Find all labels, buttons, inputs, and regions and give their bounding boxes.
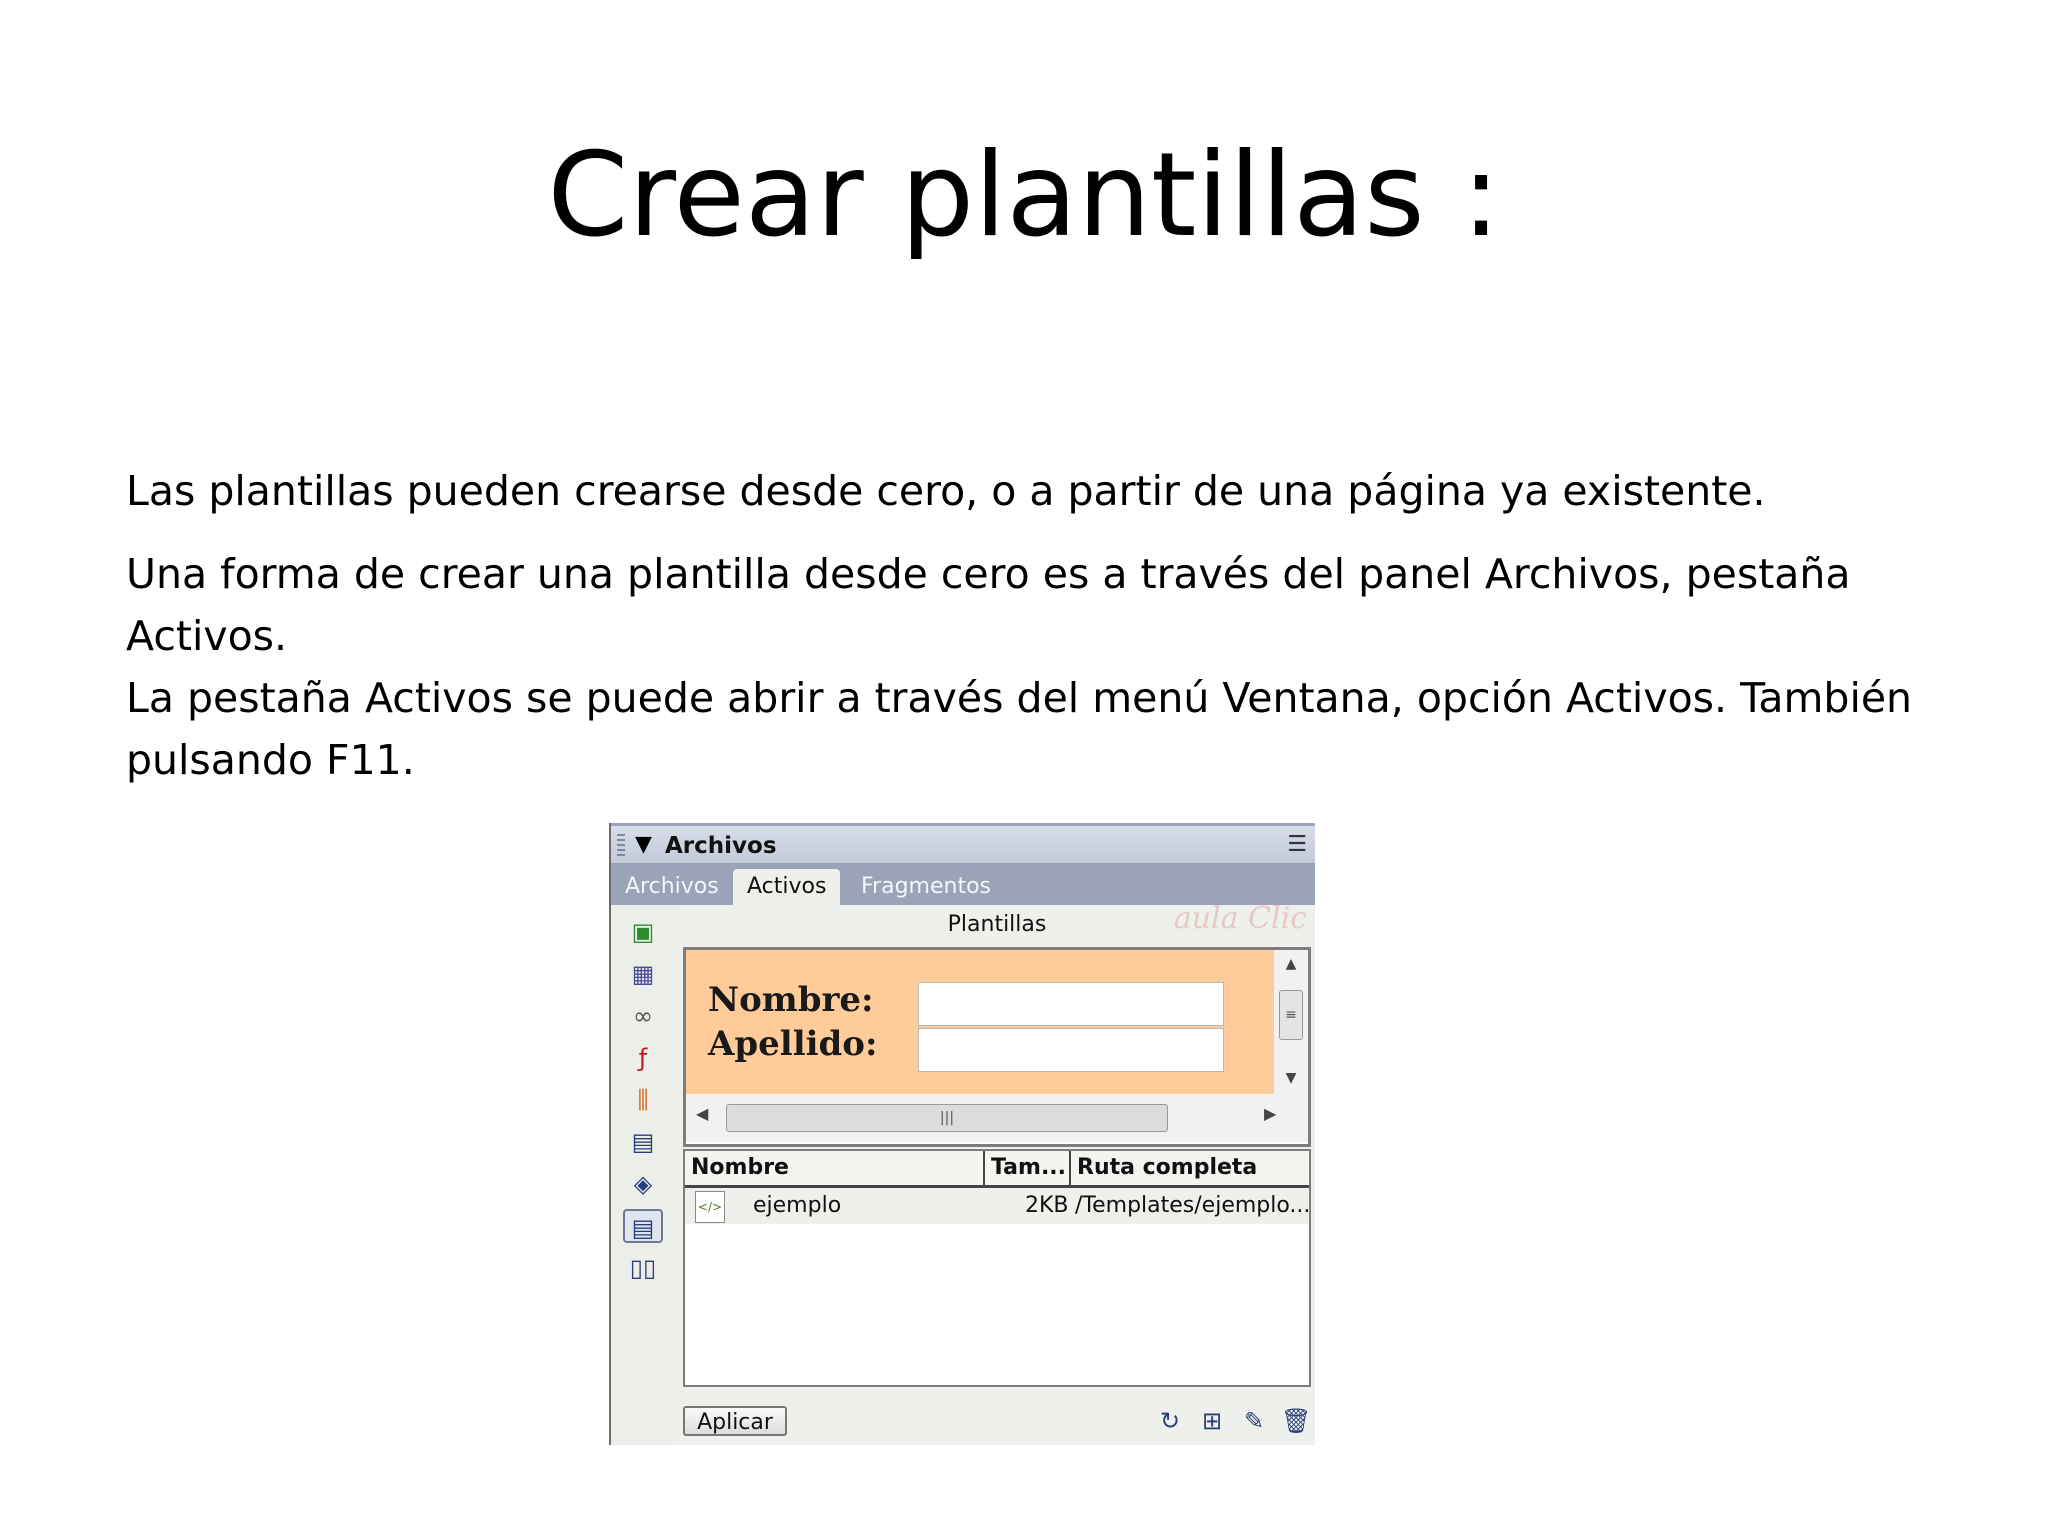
panel-options-icon[interactable]: ☰ <box>1287 832 1307 857</box>
preview-input-apellido <box>918 1028 1224 1072</box>
vertical-scroll-thumb[interactable]: ≡ <box>1279 990 1303 1040</box>
panel-header[interactable]: ▼ Archivos ☰ <box>611 823 1315 863</box>
paragraph-shortcut: La pestaña Activos se puede abrir a trav… <box>126 674 1913 784</box>
new-template-icon[interactable]: ⊞ <box>1197 1405 1227 1437</box>
preview-label-nombre: Nombre: <box>708 980 874 1020</box>
list-header: Nombre Tam... Ruta completa <box>685 1151 1309 1188</box>
tab-activos[interactable]: Activos <box>733 869 841 905</box>
template-file-icon: </> <box>695 1191 725 1223</box>
scroll-right-icon[interactable]: ▶ <box>1264 1104 1276 1123</box>
table-row[interactable]: </> ejemplo 2KB /Templates/ejemplo... <box>685 1188 1311 1224</box>
movie-icon[interactable]: ▤ <box>623 1125 663 1159</box>
flash-icon[interactable]: ƒ <box>623 1041 663 1075</box>
preview-label-apellido: Apellido: <box>708 1024 878 1064</box>
slide-title: Crear plantillas : <box>547 128 1501 263</box>
scroll-left-icon[interactable]: ◀ <box>696 1104 708 1123</box>
archivos-panel: ▼ Archivos ☰ Archivos Activos Fragmentos… <box>609 823 1315 1445</box>
delete-icon[interactable]: 🗑 <box>1281 1405 1311 1437</box>
refresh-icon[interactable]: ↻ <box>1155 1405 1185 1437</box>
paragraph-intro: Las plantillas pueden crearse desde cero… <box>126 467 1766 515</box>
preview-vertical-scrollbar[interactable]: ▲ ≡ ▼ <box>1274 950 1308 1094</box>
row-name: ejemplo <box>753 1193 842 1218</box>
drag-grip-icon[interactable] <box>617 834 625 856</box>
column-nombre[interactable]: Nombre <box>685 1151 985 1185</box>
column-ruta[interactable]: Ruta completa <box>1071 1151 1309 1185</box>
horizontal-scroll-thumb[interactable]: ||| <box>726 1104 1168 1132</box>
row-path: /Templates/ejemplo... <box>1075 1193 1311 1218</box>
column-tamano[interactable]: Tam... <box>985 1151 1071 1185</box>
collapse-triangle-icon[interactable]: ▼ <box>635 832 652 858</box>
scroll-down-icon[interactable]: ▼ <box>1274 1070 1308 1086</box>
aplicar-button[interactable]: Aplicar <box>683 1406 787 1436</box>
preview-canvas: Nombre: Apellido: <box>686 950 1280 1094</box>
color-grid-icon[interactable]: ▦ <box>623 957 663 991</box>
preview-input-nombre <box>918 982 1224 1026</box>
link-icon[interactable]: ∞ <box>623 999 663 1033</box>
panel-title: Archivos <box>665 833 777 859</box>
templates-list: Nombre Tam... Ruta completa </> ejemplo … <box>683 1149 1311 1387</box>
tab-fragmentos[interactable]: Fragmentos <box>861 869 991 905</box>
image-icon[interactable]: ▣ <box>623 915 663 949</box>
paragraph-panel: Una forma de crear una plantilla desde c… <box>126 550 1851 660</box>
asset-category-sidebar: ▣ ▦ ∞ ƒ ⫼ ▤ ◈ ▤ ▯▯ <box>611 905 677 1445</box>
aulaclic-watermark: aula Clic <box>1173 901 1307 936</box>
panel-tabs: Archivos Activos Fragmentos <box>611 863 1315 905</box>
preview-horizontal-scrollbar[interactable]: ◀ ||| ▶ <box>686 1094 1308 1142</box>
script-icon[interactable]: ◈ <box>623 1167 663 1201</box>
edit-icon[interactable]: ✎ <box>1239 1405 1269 1437</box>
scroll-up-icon[interactable]: ▲ <box>1274 956 1308 972</box>
library-icon[interactable]: ▯▯ <box>623 1251 663 1285</box>
template-icon[interactable]: ▤ <box>623 1209 663 1243</box>
tab-archivos[interactable]: Archivos <box>625 869 719 905</box>
template-preview: Nombre: Apellido: ▲ ≡ ▼ ◀ ||| ▶ <box>683 947 1311 1147</box>
row-size: 2KB <box>1025 1193 1069 1218</box>
shockwave-icon[interactable]: ⫼ <box>623 1083 663 1117</box>
